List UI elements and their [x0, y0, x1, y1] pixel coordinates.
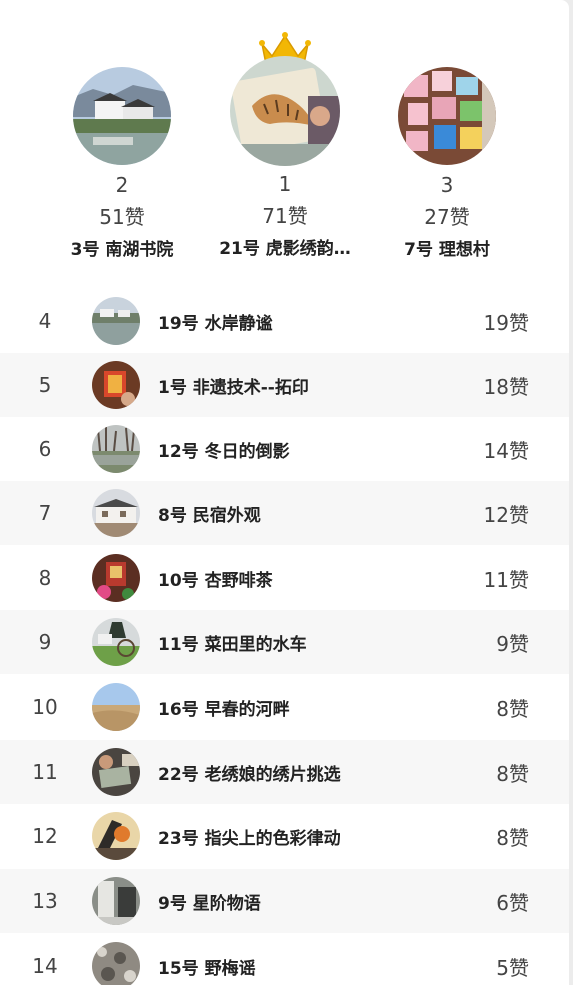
list-rank: 14	[32, 954, 58, 978]
entry-photo[interactable]	[92, 425, 140, 473]
list-likes: 6赞	[496, 890, 529, 915]
list-rank: 11	[32, 760, 58, 784]
podium-rank: 1	[278, 172, 292, 196]
list-title: 10号 杏野啡茶	[158, 570, 273, 591]
list-item[interactable]: 6 12号 冬日的倒影 14赞	[0, 417, 569, 481]
list-title: 8号 民宿外观	[158, 505, 261, 526]
list-item[interactable]: 12 23号 指尖上的色彩律动 8赞	[0, 804, 569, 868]
colorful-wall-photo[interactable]	[398, 67, 496, 165]
list-title: 1号 非遗技术--拓印	[158, 377, 309, 398]
list-likes: 19赞	[483, 310, 529, 335]
list-item[interactable]: 8 10号 杏野啡茶 11赞	[0, 546, 569, 610]
podium-name: 3号 南湖书院	[70, 240, 174, 260]
list-item[interactable]: 5 1号 非遗技术--拓印 18赞	[0, 353, 569, 417]
list-title: 22号 老绣娘的绣片挑选	[158, 764, 341, 785]
podium-likes: 27赞	[424, 205, 470, 229]
list-title: 12号 冬日的倒影	[158, 441, 290, 462]
list-rank: 13	[32, 889, 58, 913]
podium: 2 51赞 3号 南湖书院 1 71赞 21号 虎影绣韵… 3 27赞 7号 理…	[0, 0, 569, 288]
list-item[interactable]: 13 9号 星阶物语 6赞	[0, 869, 569, 933]
entry-photo[interactable]	[92, 877, 140, 925]
podium-entry-3[interactable]: 3 27赞 7号 理想村	[362, 67, 532, 261]
list-title: 11号 菜田里的水车	[158, 634, 307, 655]
list-title: 16号 早春的河畔	[158, 699, 290, 720]
podium-name: 21号 虎影绣韵…	[219, 239, 351, 259]
list-likes: 14赞	[483, 438, 529, 463]
list-rank: 10	[32, 695, 58, 719]
list-likes: 18赞	[483, 374, 529, 399]
entry-photo[interactable]	[92, 489, 140, 537]
list-item[interactable]: 10 16号 早春的河畔 8赞	[0, 675, 569, 739]
list-likes: 12赞	[483, 502, 529, 527]
list-rank: 6	[38, 437, 52, 461]
list-rank: 12	[32, 824, 58, 848]
podium-likes: 71赞	[262, 204, 308, 228]
podium-entry-1[interactable]: 1 71赞 21号 虎影绣韵…	[200, 56, 370, 260]
list-item[interactable]: 14 15号 野梅谣 5赞	[0, 934, 569, 985]
ranking-card: 2 51赞 3号 南湖书院 1 71赞 21号 虎影绣韵… 3 27赞 7号 理…	[0, 0, 569, 985]
lakeside-village-photo[interactable]	[73, 67, 171, 165]
entry-photo[interactable]	[92, 942, 140, 985]
entry-photo[interactable]	[92, 297, 140, 345]
list-item[interactable]: 4 19号 水岸静谧 19赞	[0, 289, 569, 353]
list-item[interactable]: 7 8号 民宿外观 12赞	[0, 481, 569, 545]
list-title: 23号 指尖上的色彩律动	[158, 828, 341, 849]
entry-photo[interactable]	[92, 683, 140, 731]
list-title: 19号 水岸静谧	[158, 313, 273, 334]
podium-likes: 51赞	[99, 205, 145, 229]
podium-rank: 3	[440, 173, 454, 197]
list-rank: 8	[38, 566, 52, 590]
list-title: 15号 野梅谣	[158, 958, 256, 979]
podium-entry-2[interactable]: 2 51赞 3号 南湖书院	[37, 67, 207, 261]
list-rank: 5	[38, 373, 52, 397]
tiger-embroidery-photo[interactable]	[230, 56, 340, 166]
list-likes: 9赞	[496, 631, 529, 656]
list-rank: 9	[38, 630, 52, 654]
list-likes: 8赞	[496, 761, 529, 786]
list-item[interactable]: 9 11号 菜田里的水车 9赞	[0, 610, 569, 674]
list-title: 9号 星阶物语	[158, 893, 261, 914]
list-likes: 5赞	[496, 955, 529, 980]
entry-photo[interactable]	[92, 361, 140, 409]
list-rank: 7	[38, 501, 52, 525]
list-likes: 8赞	[496, 825, 529, 850]
list-likes: 8赞	[496, 696, 529, 721]
list-item[interactable]: 11 22号 老绣娘的绣片挑选 8赞	[0, 740, 569, 804]
entry-photo[interactable]	[92, 618, 140, 666]
list-likes: 11赞	[483, 567, 529, 592]
entry-photo[interactable]	[92, 554, 140, 602]
entry-photo[interactable]	[92, 812, 140, 860]
entry-photo[interactable]	[92, 748, 140, 796]
podium-rank: 2	[115, 173, 129, 197]
podium-name: 7号 理想村	[404, 240, 490, 260]
list-rank: 4	[38, 309, 52, 333]
